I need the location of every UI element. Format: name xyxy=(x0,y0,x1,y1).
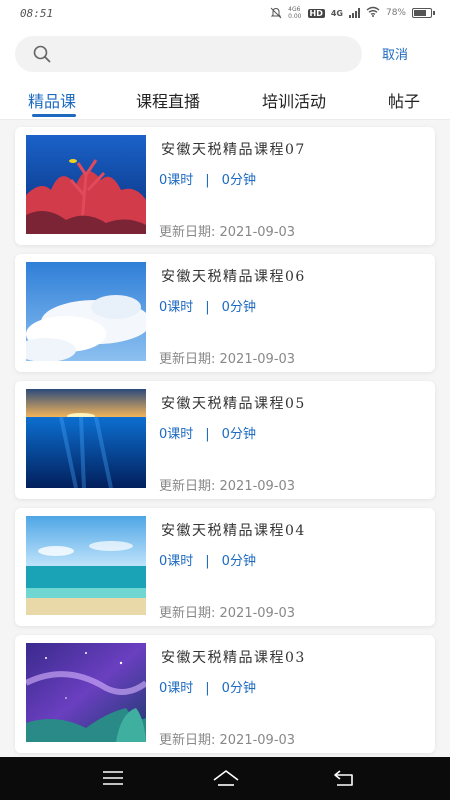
course-duration: 0分钟 xyxy=(221,554,256,569)
update-date: 更新日期: 2021-09-03 xyxy=(159,479,296,494)
course-thumbnail-coral-reef xyxy=(26,135,146,234)
course-meta: 0课时 | 0分钟 xyxy=(159,169,256,188)
course-meta: 0课时 | 0分钟 xyxy=(159,677,256,696)
wifi-icon xyxy=(366,6,380,20)
course-thumbnail-night-sky xyxy=(26,643,146,742)
hd-badge: HD xyxy=(307,8,325,18)
search-box[interactable] xyxy=(15,36,362,72)
course-thumbnail-underwater-sunset xyxy=(26,389,146,488)
course-duration: 0分钟 xyxy=(221,173,256,188)
lesson-count: 0课时 xyxy=(159,681,194,696)
search-bar: 取消 xyxy=(0,28,450,80)
course-duration: 0分钟 xyxy=(221,681,256,696)
course-card[interactable]: 安徽天税精品课程07 0课时 | 0分钟 更新日期: 2021-09-03 xyxy=(15,127,435,245)
meta-separator: | xyxy=(205,681,210,696)
battery-percent: 78% xyxy=(385,8,406,18)
meta-separator: | xyxy=(205,173,210,188)
update-date: 更新日期: 2021-09-03 xyxy=(159,352,296,367)
cancel-button[interactable]: 取消 xyxy=(382,44,408,63)
course-card[interactable]: 安徽天税精品课程03 0课时 | 0分钟 更新日期: 2021-09-03 xyxy=(15,635,435,753)
meta-separator: | xyxy=(205,300,210,315)
lesson-count: 0课时 xyxy=(159,554,194,569)
status-time: 08:51 xyxy=(20,7,54,20)
course-title: 安徽天税精品课程04 xyxy=(161,523,306,539)
lesson-count: 0课时 xyxy=(159,173,194,188)
course-meta: 0课时 | 0分钟 xyxy=(159,423,256,442)
status-icons: 4G6 0.00 HD 4G 78% xyxy=(270,6,435,20)
course-meta: 0课时 | 0分钟 xyxy=(159,550,256,569)
signal-speed-text: 4G6 0.00 xyxy=(288,6,302,20)
course-title: 安徽天税精品课程05 xyxy=(161,396,306,412)
lesson-count: 0课时 xyxy=(159,427,194,442)
home-icon[interactable] xyxy=(212,767,240,789)
course-card[interactable]: 安徽天税精品课程06 0课时 | 0分钟 更新日期: 2021-09-03 xyxy=(15,254,435,372)
meta-separator: | xyxy=(205,427,210,442)
tab-posts[interactable]: 帖子 xyxy=(388,88,420,112)
back-icon[interactable] xyxy=(332,767,356,789)
active-tab-indicator xyxy=(32,114,76,117)
cell-signal-icon xyxy=(348,8,360,18)
menu-icon[interactable] xyxy=(101,767,125,789)
system-nav-bar xyxy=(0,757,450,800)
update-date: 更新日期: 2021-09-03 xyxy=(159,606,296,621)
status-bar: 08:51 4G6 0.00 HD 4G 78% xyxy=(0,0,450,28)
tab-premium-courses[interactable]: 精品课 xyxy=(28,88,76,112)
lesson-count: 0课时 xyxy=(159,300,194,315)
course-list: 安徽天税精品课程07 0课时 | 0分钟 更新日期: 2021-09-03 安徽天税… xyxy=(0,120,450,757)
mute-icon xyxy=(270,7,282,19)
battery-fill xyxy=(414,10,426,16)
course-title: 安徽天税精品课程07 xyxy=(161,142,306,158)
battery-icon xyxy=(412,8,435,18)
course-card[interactable]: 安徽天税精品课程05 0课时 | 0分钟 更新日期: 2021-09-03 xyxy=(15,381,435,499)
tab-course-live[interactable]: 课程直播 xyxy=(136,88,200,112)
update-date: 更新日期: 2021-09-03 xyxy=(159,225,296,240)
course-thumbnail-beach xyxy=(26,516,146,615)
update-date: 更新日期: 2021-09-03 xyxy=(159,733,296,748)
meta-separator: | xyxy=(205,554,210,569)
network-type: 4G xyxy=(330,8,343,18)
course-thumbnail-clouds-sky xyxy=(26,262,146,361)
search-input[interactable] xyxy=(61,42,351,66)
search-icon xyxy=(33,45,51,63)
course-meta: 0课时 | 0分钟 xyxy=(159,296,256,315)
course-card[interactable]: 安徽天税精品课程04 0课时 | 0分钟 更新日期: 2021-09-03 xyxy=(15,508,435,626)
course-title: 安徽天税精品课程03 xyxy=(161,650,306,666)
course-duration: 0分钟 xyxy=(221,427,256,442)
category-tabs: 精品课 课程直播 培训活动 帖子 xyxy=(0,80,450,120)
tab-training-activities[interactable]: 培训活动 xyxy=(262,88,326,112)
course-duration: 0分钟 xyxy=(221,300,256,315)
course-title: 安徽天税精品课程06 xyxy=(161,269,306,285)
